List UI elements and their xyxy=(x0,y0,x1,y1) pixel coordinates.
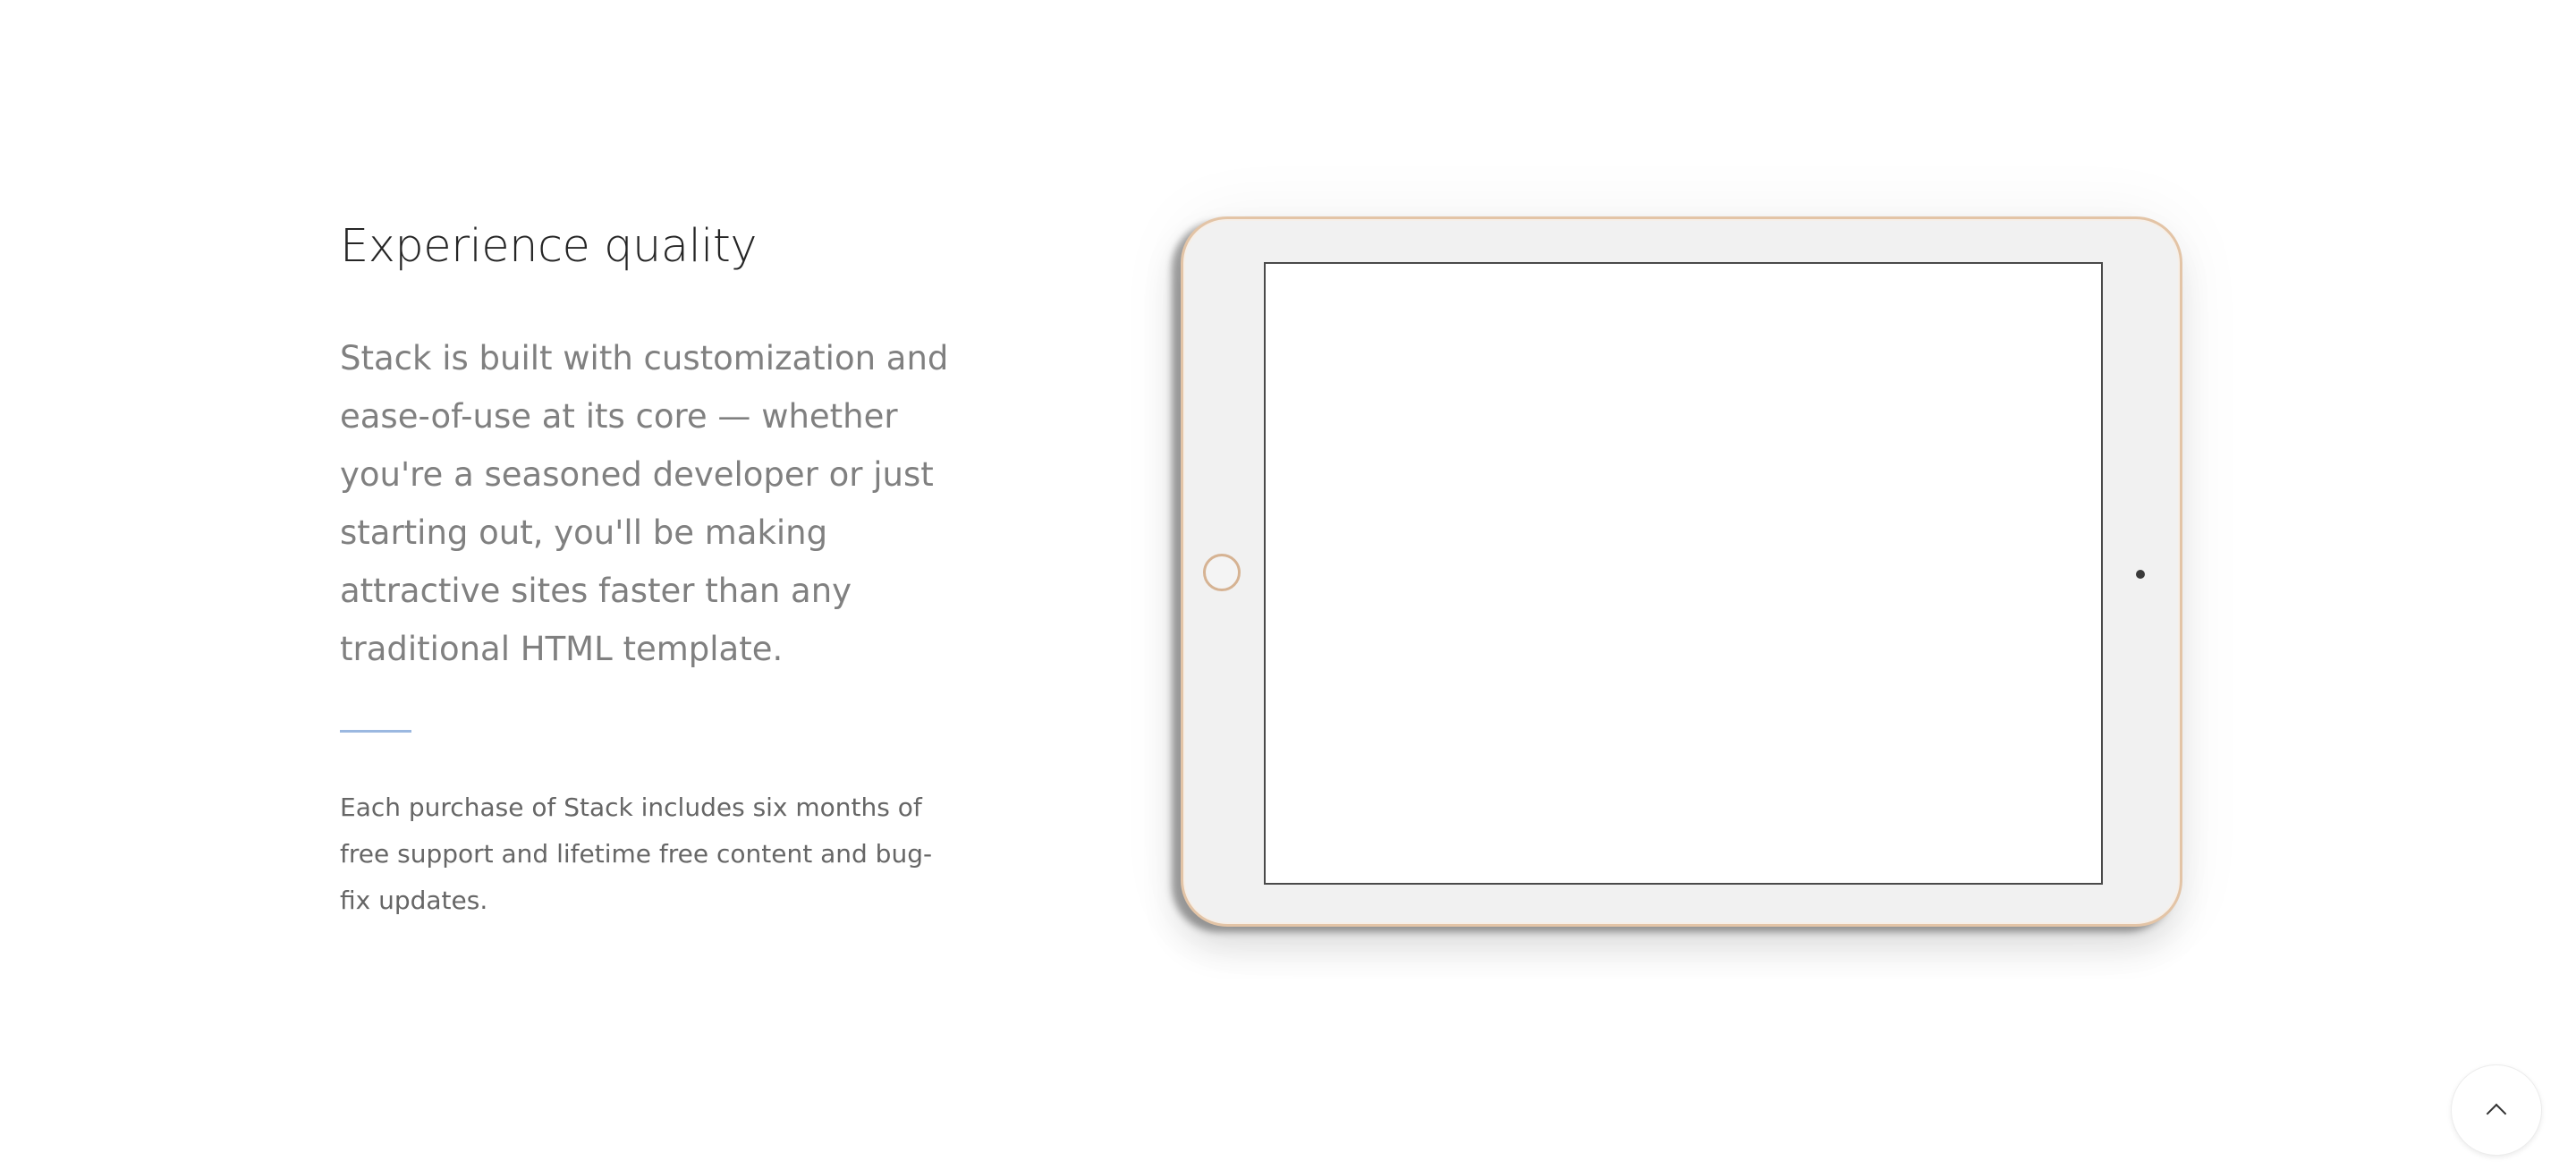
feature-text-column: Experience quality Stack is built with c… xyxy=(340,215,984,924)
tablet-device-image xyxy=(1181,216,2182,927)
tablet-home-button xyxy=(1203,554,1241,591)
feature-body-paragraph: Each purchase of Stack includes six mont… xyxy=(340,793,933,915)
page: Experience quality Stack is built with c… xyxy=(0,0,2576,1170)
back-to-top-button[interactable] xyxy=(2451,1064,2542,1156)
accent-divider xyxy=(340,730,411,733)
feature-lead-paragraph: Stack is built with customization and ea… xyxy=(340,339,949,668)
feature-heading: Experience quality xyxy=(340,220,758,273)
chevron-up-icon xyxy=(2486,1103,2507,1124)
tablet-camera xyxy=(2136,570,2145,579)
tablet-screen xyxy=(1264,262,2103,885)
